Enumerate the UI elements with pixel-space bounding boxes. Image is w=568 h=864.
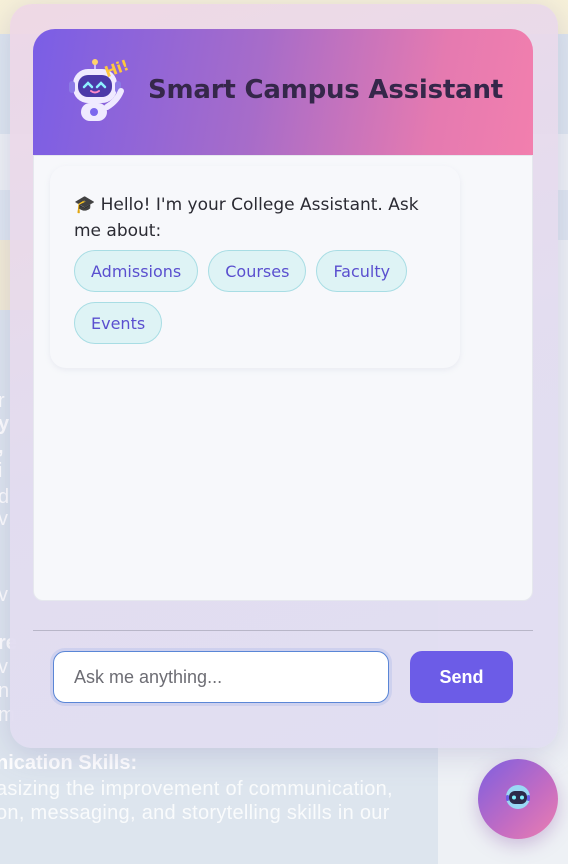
bg-paragraph-line: on, messaging, and storytelling skills i… [0, 802, 390, 824]
chat-window: Hi! Smart Campus Assistant 🎓 Hello! I'm … [10, 4, 558, 748]
bot-message: 🎓 Hello! I'm your College Assistant. Ask… [50, 166, 460, 368]
robot-hi-icon: Hi! [63, 56, 133, 127]
avatar-hi-text: Hi! [102, 57, 131, 81]
bg-section-heading: nication Skills: [0, 752, 138, 774]
bg-line-fragment: , [0, 436, 4, 459]
chat-messages-area[interactable]: 🎓 Hello! I'm your College Assistant. Ask… [33, 155, 533, 601]
input-divider [33, 630, 533, 631]
quick-reply-events[interactable]: Events [74, 302, 163, 344]
chat-launcher-button[interactable] [478, 759, 558, 839]
bg-line-fragment: n [0, 680, 10, 702]
bg-line-fragment: v [0, 656, 8, 678]
bg-paragraph-line: asizing the improvement of communication… [0, 778, 393, 800]
chat-header: Hi! Smart Campus Assistant [33, 29, 533, 155]
chat-title: Smart Campus Assistant [148, 75, 504, 105]
quick-reply-courses[interactable]: Courses [208, 250, 307, 292]
robot-chat-icon [503, 782, 533, 816]
bg-line-fragment: i [0, 460, 3, 482]
bg-line-fragment: r [0, 390, 5, 412]
bg-line-fragment: d [0, 486, 10, 508]
chat-input[interactable] [53, 651, 389, 703]
bg-line-fragment: v [0, 584, 8, 606]
bg-line-fragment: v [0, 508, 8, 530]
send-button[interactable]: Send [410, 651, 513, 703]
quick-reply-group: Admissions Courses Faculty Events [74, 250, 444, 344]
bg-line-fragment: y [0, 413, 10, 435]
quick-reply-faculty[interactable]: Faculty [316, 250, 408, 292]
quick-reply-admissions[interactable]: Admissions [74, 250, 199, 292]
bot-greeting-text: 🎓 Hello! I'm your College Assistant. Ask… [74, 195, 419, 241]
